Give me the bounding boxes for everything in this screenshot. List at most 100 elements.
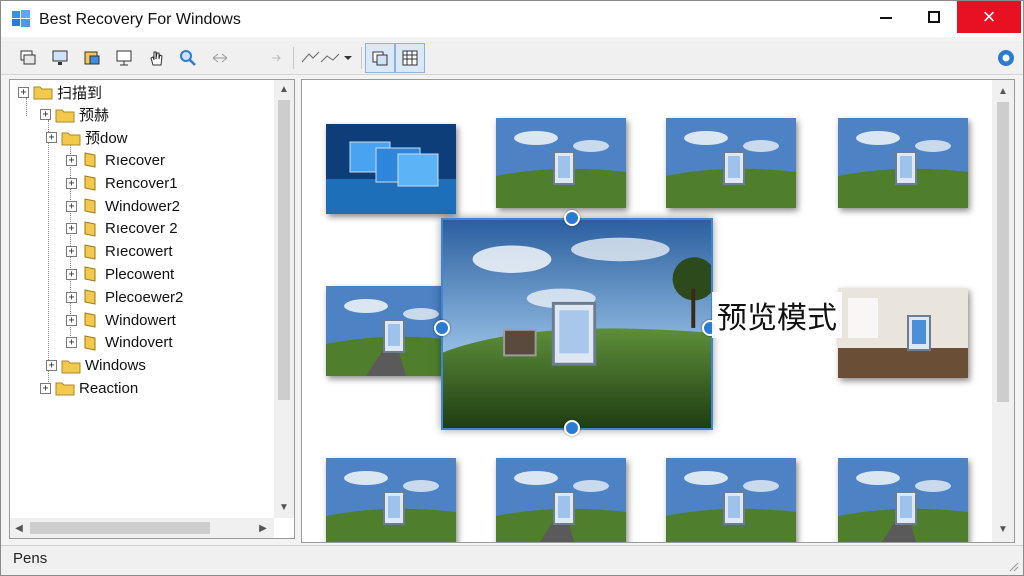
thumbnail-image: [496, 118, 626, 208]
preview-vertical-scrollbar[interactable]: ▲ ▼: [992, 80, 1014, 542]
expand-icon[interactable]: +: [46, 132, 57, 144]
toolbar: [1, 41, 1023, 75]
settings-icon: [998, 50, 1014, 66]
display-button[interactable]: [111, 45, 137, 71]
resize-handle-bottom[interactable]: [564, 420, 580, 436]
image-thumbnail[interactable]: [326, 124, 456, 214]
image-thumbnail[interactable]: [326, 458, 456, 542]
drive-button[interactable]: [79, 45, 105, 71]
app-window: Best Recovery For Windows × + 扫描到 + 预赫 +…: [0, 0, 1024, 576]
preview-mode-label: 预览模式: [712, 292, 842, 338]
image-thumbnail[interactable]: [666, 458, 796, 542]
expand-icon[interactable]: +: [46, 360, 57, 372]
maximize-button[interactable]: [911, 1, 957, 33]
selected-image-preview[interactable]: [441, 218, 713, 430]
expand-icon[interactable]: +: [66, 177, 77, 189]
tree-vertical-scrollbar[interactable]: ▲ ▼: [274, 80, 294, 518]
display-icon: [116, 50, 132, 66]
tree-node[interactable]: + Rıecover: [66, 149, 165, 171]
tree-node[interactable]: + Rıecowert: [66, 241, 173, 263]
tree-scroll-thumb[interactable]: [278, 100, 290, 400]
folder-icon: [84, 243, 96, 260]
hand-tool-button[interactable]: [143, 45, 169, 71]
thumbnail-image: [326, 458, 456, 542]
scroll-up-icon[interactable]: ▲: [275, 80, 293, 98]
resize-grip-icon[interactable]: [1007, 560, 1019, 572]
tree-horizontal-scrollbar[interactable]: ◀ ▶: [10, 518, 274, 538]
tree-node-label: 扫描到: [57, 84, 103, 102]
search-icon: [180, 50, 196, 66]
tree-node[interactable]: + 预赫: [40, 104, 109, 126]
filter-dropdown[interactable]: [299, 45, 353, 71]
folder-icon: [84, 198, 96, 214]
tree-node-label: Windowert: [105, 311, 176, 329]
minimize-button[interactable]: [863, 1, 909, 33]
image-thumbnail[interactable]: [496, 118, 626, 208]
resize-handle-top[interactable]: [564, 210, 580, 226]
tree-node[interactable]: + Rencover1: [66, 172, 178, 194]
copy-button[interactable]: [15, 45, 41, 71]
image-thumbnail[interactable]: [838, 118, 968, 208]
thumbnail-image: [496, 458, 626, 542]
expand-icon[interactable]: +: [66, 291, 77, 303]
scroll-right-icon[interactable]: ▶: [254, 519, 272, 537]
tree-node[interactable]: + Windowert: [66, 309, 176, 331]
arrow-icon: [272, 54, 281, 62]
folder-icon: [55, 382, 75, 396]
view-mode-button[interactable]: [365, 43, 395, 73]
tree-node[interactable]: + Windovert: [66, 332, 173, 354]
tree-node[interactable]: + Plecowent: [66, 263, 174, 285]
resize-handle-left[interactable]: [434, 320, 450, 336]
back-forward-button[interactable]: [207, 45, 233, 71]
tree-node[interactable]: + Reaction: [40, 377, 138, 399]
tree-node-label: Windower2: [105, 197, 181, 215]
tree-node[interactable]: + 预dow: [46, 127, 128, 149]
scroll-up-icon[interactable]: ▲: [994, 82, 1012, 100]
image-thumbnail[interactable]: [666, 118, 796, 208]
landscape-image: [443, 220, 711, 428]
folder-icon: [61, 360, 81, 374]
tree-hscroll-thumb[interactable]: [30, 522, 210, 534]
title-bar[interactable]: Best Recovery For Windows ×: [1, 1, 1023, 37]
image-thumbnail[interactable]: [496, 458, 626, 542]
expand-icon[interactable]: +: [66, 246, 77, 258]
thumbnail-image: [666, 118, 796, 208]
expand-icon[interactable]: +: [40, 109, 51, 121]
expand-icon[interactable]: +: [66, 223, 77, 235]
thumbnail-image: [666, 458, 796, 542]
monitor-button[interactable]: [47, 45, 73, 71]
tree-node-label: 预dow: [85, 130, 128, 148]
tree-node[interactable]: + Rıecover 2: [66, 218, 178, 240]
tree-node[interactable]: + Windower2: [66, 195, 180, 217]
expand-icon[interactable]: +: [66, 200, 77, 212]
search-button[interactable]: [175, 45, 201, 71]
thumbnail-image: [838, 458, 968, 542]
scroll-down-icon[interactable]: ▼: [994, 520, 1012, 538]
preview-pane: 预览模式 ▲ ▼: [301, 79, 1015, 543]
scroll-down-icon[interactable]: ▼: [275, 498, 293, 516]
chevron-down-icon: [344, 56, 352, 60]
minimize-icon: [880, 17, 892, 19]
image-thumbnail[interactable]: [838, 288, 968, 378]
tree-node[interactable]: + Plecoewer2: [66, 286, 183, 308]
close-button[interactable]: ×: [957, 1, 1021, 33]
tree-node[interactable]: + 扫描到: [18, 81, 102, 103]
maximize-icon: [928, 11, 940, 23]
arrow-button[interactable]: [263, 45, 289, 71]
expand-icon[interactable]: +: [66, 337, 77, 349]
image-thumbnail[interactable]: [838, 458, 968, 542]
preview-scroll-thumb[interactable]: [997, 102, 1009, 402]
thumbnail-image: [326, 124, 456, 214]
folder-icon: [84, 175, 96, 191]
settings-button[interactable]: [993, 45, 1019, 71]
expand-icon[interactable]: +: [18, 86, 29, 98]
scroll-left-icon[interactable]: ◀: [10, 519, 28, 537]
folder-icon: [84, 312, 96, 328]
expand-icon[interactable]: +: [66, 314, 77, 326]
expand-icon[interactable]: +: [66, 154, 77, 166]
expand-icon[interactable]: +: [66, 268, 77, 280]
tree-node-label: 预赫: [79, 107, 110, 125]
grid-view-button[interactable]: [395, 43, 425, 73]
tree-node[interactable]: + Windows: [46, 355, 146, 377]
expand-icon[interactable]: +: [40, 382, 51, 394]
